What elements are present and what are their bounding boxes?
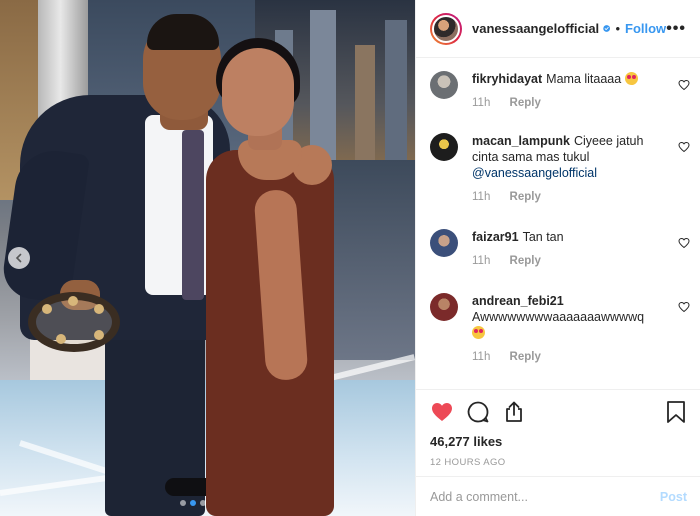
- carousel-indicator: [180, 500, 206, 506]
- carousel-dot: [200, 500, 206, 506]
- carousel-dot: [180, 500, 186, 506]
- comment-bubble-icon[interactable]: [466, 400, 490, 424]
- like-comment-heart-icon[interactable]: [678, 141, 690, 153]
- commenter-username[interactable]: fikryhidayat: [472, 72, 542, 86]
- man-hair: [147, 14, 219, 50]
- reply-button[interactable]: Reply: [510, 97, 541, 109]
- post-comment-button[interactable]: Post: [660, 490, 687, 504]
- comment-time: 11h: [472, 97, 491, 109]
- commenter-avatar[interactable]: [430, 293, 458, 321]
- comment-input[interactable]: [430, 489, 660, 504]
- comment-time: 11h: [472, 255, 491, 267]
- comment-meta: 11h Reply: [472, 351, 690, 363]
- author-username[interactable]: vanessaangelofficial: [472, 21, 599, 36]
- reply-button[interactable]: Reply: [510, 255, 541, 267]
- more-options-button[interactable]: •••: [666, 20, 686, 38]
- verified-badge-icon: [603, 25, 611, 32]
- action-icons: [430, 400, 687, 424]
- commenter-username[interactable]: macan_lampunk: [472, 134, 570, 148]
- reply-button[interactable]: Reply: [510, 351, 541, 363]
- comment-body: faizar91 Tan tan: [472, 229, 672, 245]
- comment-item: faizar91 Tan tan 11h Reply: [430, 229, 690, 267]
- comment-text: Tan tan: [522, 230, 564, 244]
- bookmark-icon[interactable]: [665, 400, 687, 424]
- add-comment-bar: Post: [416, 476, 700, 516]
- follow-button[interactable]: Follow: [625, 21, 666, 36]
- share-icon[interactable]: [502, 400, 526, 424]
- post-header: vanessaangelofficial • Follow •••: [416, 0, 700, 58]
- comment-time: 11h: [472, 191, 491, 203]
- comment-item: fikryhidayat Mama litaaaa 11h Reply: [430, 71, 690, 109]
- woman-head: [222, 48, 294, 136]
- heart-eyes-emoji-icon: [624, 72, 638, 85]
- author-avatar[interactable]: [430, 12, 462, 45]
- like-heart-icon[interactable]: [430, 400, 454, 424]
- comment-body: andrean_febi21 Awwwwwwwwaaaaaaawwwwq: [472, 293, 672, 341]
- comment-item: macan_lampunk Ciyeee jatuh cinta sama mas…: [430, 133, 690, 203]
- man-tie: [182, 130, 204, 300]
- likes-count[interactable]: 46,277 likes: [430, 434, 687, 449]
- comment-meta: 11h Reply: [472, 255, 690, 267]
- comment-body: macan_lampunk Ciyeee jatuh cinta sama mas…: [472, 133, 672, 181]
- like-comment-heart-icon[interactable]: [678, 301, 690, 313]
- post-side-panel: vanessaangelofficial • Follow ••• fikryh…: [415, 0, 700, 516]
- comment-text: Awwwwwwwwaaaaaaawwwwq: [472, 310, 645, 324]
- commenter-avatar[interactable]: [430, 229, 458, 257]
- header-separator: •: [615, 21, 621, 36]
- comment-meta: 11h Reply: [472, 97, 690, 109]
- commenter-username[interactable]: andrean_febi21: [472, 294, 564, 308]
- post-photo[interactable]: [0, 0, 415, 516]
- commenter-username[interactable]: faizar91: [472, 230, 519, 244]
- reply-button[interactable]: Reply: [510, 191, 541, 203]
- comment-text: Mama litaaaa: [546, 72, 622, 86]
- like-comment-heart-icon[interactable]: [678, 237, 690, 249]
- post-actions: 46,277 likes 12 HOURS AGO: [416, 389, 700, 468]
- carousel-prev-button[interactable]: [8, 247, 30, 269]
- comment-body: fikryhidayat Mama litaaaa: [472, 71, 672, 87]
- comments-list: fikryhidayat Mama litaaaa 11h Reply macan…: [416, 59, 700, 389]
- comment-item: andrean_febi21 Awwwwwwwwaaaaaaawwwwq 11h…: [430, 293, 690, 363]
- like-comment-heart-icon[interactable]: [678, 79, 690, 91]
- post-timestamp: 12 HOURS AGO: [430, 457, 506, 468]
- heart-eyes-emoji-icon: [472, 326, 485, 339]
- carousel-dot: [190, 500, 196, 506]
- comment-time: 11h: [472, 351, 491, 363]
- commenter-avatar[interactable]: [430, 133, 458, 161]
- comment-mention-link[interactable]: @vanessaangelofficial: [472, 165, 672, 181]
- chevron-left-icon: [15, 253, 22, 263]
- commenter-avatar[interactable]: [430, 71, 458, 99]
- comment-meta: 11h Reply: [472, 191, 690, 203]
- tambourine: [28, 292, 120, 352]
